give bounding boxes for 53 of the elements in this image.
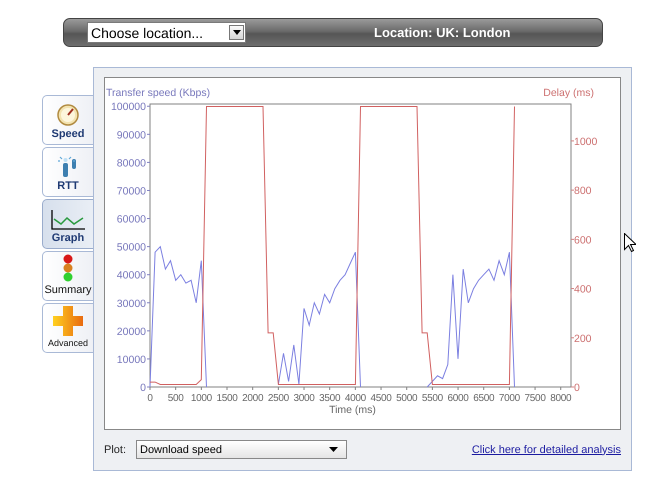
location-select[interactable]: Choose location... [87, 22, 246, 43]
x-tick-label: 3000 [294, 393, 315, 404]
y2-tick-label: 0 [574, 382, 580, 394]
gauge-icon [57, 104, 79, 126]
tab[interactable]: Summary [42, 251, 93, 301]
x-tick-label: 2500 [268, 393, 289, 404]
x-tick-label: 7000 [498, 393, 520, 404]
detailed-analysis-link[interactable]: Click here for detailed analysis [472, 444, 621, 456]
x-tick-label: 8000 [550, 393, 572, 404]
x-tick-label: 6000 [448, 393, 469, 404]
location-label: Location: UK: London [374, 25, 510, 40]
caret-icon [329, 447, 338, 452]
mouse-cursor-icon [624, 233, 636, 252]
x-tick-label: 7500 [524, 393, 546, 404]
y-tick-label: 100000 [110, 101, 146, 114]
y-tick-label: 60000 [116, 214, 146, 226]
y-tick-label: 90000 [116, 129, 146, 142]
y-tick-label: 20000 [116, 326, 146, 338]
y2-tick-label: 400 [574, 284, 592, 296]
plot-select[interactable]: Download speed [136, 440, 347, 459]
x-tick-label: 6500 [473, 393, 494, 404]
x-tick-label: 500 [168, 393, 184, 404]
y-axis-title: Transfer speed (Kbps) [106, 87, 210, 99]
tab[interactable]: Speed [42, 95, 93, 145]
y-tick-label: 40000 [116, 270, 146, 282]
traffic-light-icon [61, 254, 75, 282]
x-tick-label: 4000 [344, 393, 366, 404]
x-tick-label: 4500 [370, 393, 392, 404]
x-tick-label: 2000 [242, 393, 264, 404]
y2-tick-label: 1000 [574, 136, 598, 148]
y-tick-label: 0 [140, 382, 146, 394]
y2-tick-label: 600 [574, 234, 592, 246]
x-tick-label: 1500 [216, 393, 238, 404]
x-tick-label: 5500 [422, 393, 443, 404]
line-graph-icon [51, 210, 85, 230]
y-tick-label: 80000 [116, 157, 146, 170]
y-tick-label: 70000 [116, 185, 146, 198]
y-tick-label: 50000 [116, 242, 146, 254]
x-tick-label: 1000 [190, 393, 212, 404]
y2-tick-label: 200 [574, 332, 592, 345]
x-tick-label: 0 [147, 393, 153, 404]
x-tick-label: 3500 [319, 393, 340, 404]
plot-label: Plot: [104, 444, 128, 456]
x-axis-title: Time (ms) [329, 404, 376, 416]
y-tick-label: 30000 [116, 298, 146, 310]
plus-icon [53, 306, 83, 336]
y2-axis-title: Delay (ms) [543, 87, 594, 99]
tab[interactable]: RTT [42, 147, 93, 197]
y2-tick-label: 800 [574, 185, 592, 198]
x-tick-label: 5000 [396, 393, 418, 404]
tab[interactable]: Advanced [42, 303, 93, 353]
y-tick-label: 10000 [116, 354, 146, 366]
tab[interactable]: Graph [42, 199, 93, 249]
